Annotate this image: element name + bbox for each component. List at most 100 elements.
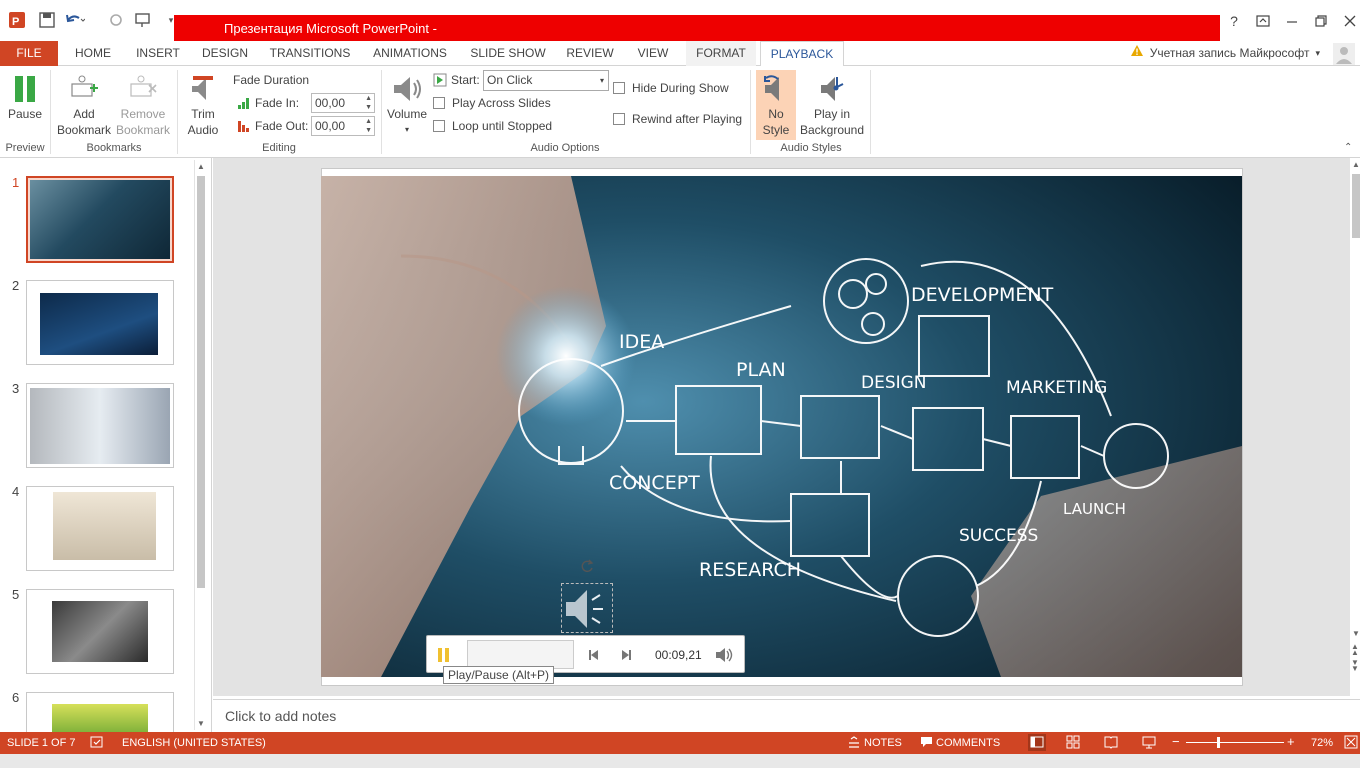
- slide-thumbnail-1[interactable]: [26, 176, 174, 263]
- tab-slide-show[interactable]: SLIDE SHOW: [465, 41, 551, 66]
- checkbox-icon[interactable]: [613, 113, 625, 125]
- tab-home[interactable]: HOME: [66, 41, 120, 66]
- account-dropdown-icon[interactable]: ▾: [1315, 41, 1320, 66]
- checkbox-icon[interactable]: [433, 120, 445, 132]
- slide-label-marketing: MARKETING: [1006, 378, 1107, 398]
- zoom-level[interactable]: 72%: [1311, 737, 1333, 749]
- notes-pane[interactable]: Click to add notes: [213, 699, 1360, 732]
- start-select[interactable]: On Click ▾: [483, 70, 609, 91]
- remove-bookmark-button[interactable]: Remove Bookmark: [114, 70, 172, 138]
- comments-button[interactable]: COMMENTS: [936, 737, 1000, 749]
- skip-back-icon[interactable]: [587, 648, 601, 665]
- start-label: Start:: [451, 73, 480, 87]
- tab-format[interactable]: FORMAT: [686, 41, 756, 66]
- play-in-background-button[interactable]: Play in Background: [798, 70, 866, 138]
- scroll-up-icon[interactable]: ▲: [197, 162, 205, 171]
- zoom-out-icon[interactable]: −: [1172, 734, 1180, 749]
- account-name[interactable]: Учетная запись Майкрософт: [1150, 41, 1310, 66]
- remove-bookmark-label-2: Bookmark: [115, 123, 171, 137]
- slide-canvas[interactable]: IDEA PLAN DESIGN DEVELOPMENT MARKETING C…: [321, 176, 1242, 677]
- checkbox-icon[interactable]: [433, 97, 445, 109]
- add-bookmark-label-2: Bookmark: [56, 123, 112, 137]
- tab-transitions[interactable]: TRANSITIONS: [265, 41, 355, 66]
- trim-audio-button[interactable]: Trim Audio: [182, 70, 224, 138]
- fit-slide-icon[interactable]: [1344, 735, 1358, 752]
- title-bar: P ▾ Презентация Microsoft PowerPoint - ?: [0, 0, 1360, 41]
- slide-sorter-icon[interactable]: [1066, 735, 1080, 752]
- slide-thumbnail-2[interactable]: [26, 280, 174, 365]
- slide-label-research: RESEARCH: [699, 559, 801, 581]
- slide-label-success: SUCCESS: [959, 526, 1038, 546]
- notes-button[interactable]: NOTES: [864, 737, 902, 749]
- window-bottom-strip: [0, 754, 1360, 768]
- rotate-handle-icon[interactable]: [580, 559, 594, 573]
- ribbon-display-icon[interactable]: [1249, 10, 1277, 32]
- notes-placeholder[interactable]: Click to add notes: [225, 708, 336, 724]
- notes-icon[interactable]: [848, 736, 860, 751]
- previous-slide-icon[interactable]: ▲ ▲: [1351, 643, 1359, 657]
- slide-thumbnail-4[interactable]: [26, 486, 174, 571]
- save-icon[interactable]: [36, 10, 58, 30]
- thumbnails-scrollbar[interactable]: ▲ ▼: [194, 160, 207, 730]
- tab-view[interactable]: VIEW: [629, 41, 677, 66]
- add-bookmark-button[interactable]: Add Bookmark: [56, 70, 112, 138]
- player-volume-icon[interactable]: [715, 647, 733, 666]
- account-area[interactable]: Учетная запись Майкрософт ▾: [1130, 41, 1320, 66]
- fade-in-input[interactable]: 00,00 ▲ ▼: [311, 93, 375, 113]
- zoom-slider-thumb[interactable]: [1217, 737, 1220, 748]
- reading-view-icon[interactable]: [1104, 735, 1118, 752]
- scroll-thumb[interactable]: [1352, 174, 1360, 238]
- hide-during-show-checkbox[interactable]: Hide During Show: [613, 78, 729, 98]
- rewind-after-playing-checkbox[interactable]: Rewind after Playing: [613, 109, 742, 129]
- spelling-icon[interactable]: [90, 736, 104, 752]
- slide-thumbnail-3[interactable]: [26, 383, 174, 468]
- tab-design[interactable]: DESIGN: [196, 41, 254, 66]
- svg-text:P: P: [12, 16, 19, 28]
- fade-out-input[interactable]: 00,00 ▲ ▼: [311, 116, 375, 136]
- scroll-down-icon[interactable]: ▼: [197, 719, 205, 728]
- slide-thumbnail-6[interactable]: [26, 692, 174, 732]
- tab-review[interactable]: REVIEW: [562, 41, 618, 66]
- pause-button[interactable]: Pause: [4, 70, 46, 122]
- progress-track[interactable]: [467, 640, 574, 669]
- zoom-in-icon[interactable]: +: [1287, 734, 1295, 749]
- slide-thumbnail-5[interactable]: [26, 589, 174, 674]
- slide-show-icon[interactable]: [1142, 735, 1156, 752]
- audio-object-icon[interactable]: [561, 583, 613, 633]
- next-slide-icon[interactable]: ▼ ▼: [1351, 659, 1359, 673]
- slide-label-development: DEVELOPMENT: [911, 284, 1054, 306]
- volume-button[interactable]: Volume ▾: [385, 70, 429, 138]
- tab-file[interactable]: FILE: [0, 41, 58, 66]
- tab-playback[interactable]: PLAYBACK: [760, 41, 844, 66]
- help-button[interactable]: ?: [1220, 10, 1248, 32]
- minimize-icon[interactable]: [1278, 10, 1306, 32]
- divider: [750, 70, 751, 154]
- comments-icon[interactable]: [920, 736, 933, 751]
- restore-icon[interactable]: [1307, 10, 1335, 32]
- avatar[interactable]: [1333, 43, 1355, 65]
- skip-forward-icon[interactable]: [619, 648, 633, 665]
- no-style-button[interactable]: No Style: [756, 70, 796, 140]
- scroll-down-icon[interactable]: ▼: [1352, 629, 1360, 638]
- start-from-beginning-icon[interactable]: [134, 10, 156, 30]
- language-indicator[interactable]: ENGLISH (UNITED STATES): [122, 737, 266, 749]
- scroll-thumb[interactable]: [197, 176, 205, 588]
- spinner-arrows-icon[interactable]: ▲ ▼: [365, 117, 372, 135]
- scroll-up-icon[interactable]: ▲: [1352, 160, 1360, 169]
- tab-insert[interactable]: INSERT: [131, 41, 185, 66]
- slide-scrollbar[interactable]: ▲ ▼ ▲ ▲ ▼ ▼: [1349, 158, 1360, 674]
- slide-number: 2: [12, 278, 20, 293]
- spinner-arrows-icon[interactable]: ▲ ▼: [365, 94, 372, 112]
- checkbox-icon[interactable]: [613, 82, 625, 94]
- slide-label-design: DESIGN: [861, 373, 927, 393]
- play-across-slides-checkbox[interactable]: Play Across Slides: [433, 93, 551, 113]
- loop-until-stopped-checkbox[interactable]: Loop until Stopped: [433, 116, 552, 136]
- zoom-slider-track[interactable]: [1186, 742, 1284, 743]
- play-pause-icon[interactable]: [437, 647, 451, 663]
- undo-icon[interactable]: [64, 10, 86, 30]
- tab-animations[interactable]: ANIMATIONS: [366, 41, 454, 66]
- collapse-ribbon-icon[interactable]: ⌃: [1344, 142, 1352, 153]
- redo-icon[interactable]: [105, 10, 127, 30]
- normal-view-icon[interactable]: [1028, 734, 1046, 751]
- close-icon[interactable]: [1336, 10, 1360, 32]
